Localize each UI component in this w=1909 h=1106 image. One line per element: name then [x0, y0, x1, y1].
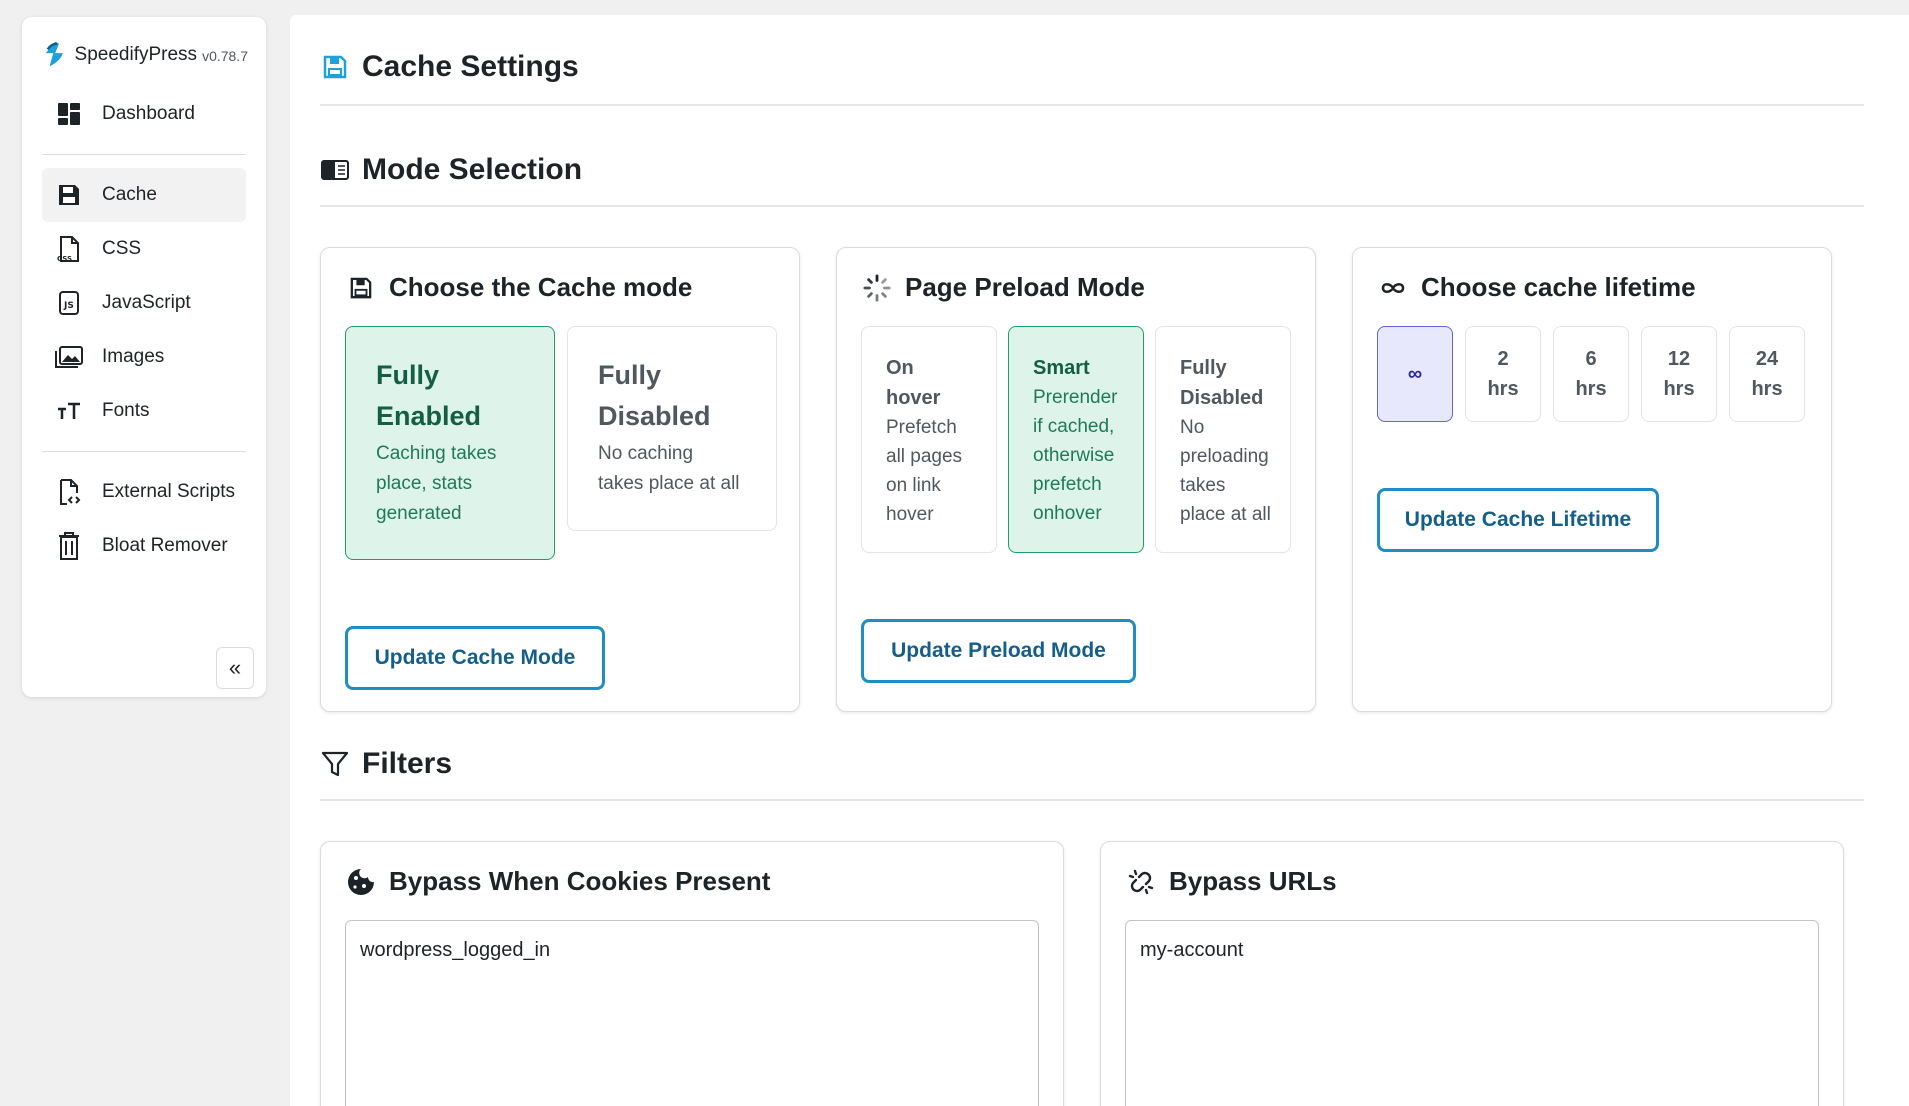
option-title: Fully Disabled	[1180, 357, 1264, 409]
card-title: Bypass When Cookies Present	[389, 866, 771, 896]
option-title: Fully Disabled	[598, 360, 711, 431]
double-chevron-left-icon: «	[228, 655, 242, 680]
card-header: Choose the Cache mode	[347, 272, 692, 303]
sidebar-item-cache[interactable]: Cache	[42, 168, 246, 222]
js-file-icon: JS	[54, 288, 84, 318]
sidebar-item-css[interactable]: CSS CSS	[42, 222, 246, 276]
brand: SpeedifyPress v0.78.7	[40, 35, 248, 75]
option-description: No caching takes place at all	[598, 443, 740, 494]
lifetime-option-2-hrs[interactable]: 2 hrs	[1465, 326, 1541, 422]
lifetime-option-24-hrs[interactable]: 24 hrs	[1729, 326, 1805, 422]
bypass-urls-textarea[interactable]: my-account	[1125, 920, 1819, 1106]
font-size-icon	[54, 396, 84, 426]
infinity-icon	[1379, 274, 1407, 302]
speedifypress-logo-icon	[45, 41, 63, 67]
update-cache-lifetime-button[interactable]: Update Cache Lifetime	[1377, 488, 1659, 552]
lifetime-option-6-hrs[interactable]: 6 hrs	[1553, 326, 1629, 422]
cache-mode-card: Choose the Cache mode Fully Enabled Cachi…	[320, 247, 800, 712]
card-title: Bypass URLs	[1169, 866, 1337, 896]
broken-link-icon	[1127, 868, 1155, 896]
cache-mode-option-fully-disabled[interactable]: Fully Disabled No caching takes place at a…	[567, 326, 777, 531]
preload-option-smart[interactable]: Smart Prerender if cached, otherwise prefet…	[1008, 326, 1144, 553]
page-title: Cache Settings	[362, 50, 579, 83]
book-icon	[320, 155, 350, 185]
bypass-cookies-card: Bypass When Cookies Present wordpress_lo…	[320, 841, 1064, 1106]
sidebar-item-label: Cache	[102, 184, 157, 205]
bypass-urls-card: Bypass URLs my-account	[1100, 841, 1844, 1106]
card-title: Choose the Cache mode	[389, 272, 693, 302]
update-cache-mode-button[interactable]: Update Cache Mode	[345, 626, 605, 690]
preload-option-fully-disabled[interactable]: Fully Disabled No preloading takes place at …	[1155, 326, 1291, 553]
bypass-cookies-textarea[interactable]: wordpress_logged_in	[345, 920, 1039, 1106]
divider	[42, 154, 246, 155]
card-header: Page Preload Mode	[863, 272, 1145, 303]
cache-lifetime-card: Choose cache lifetime ∞ 2 hrs 6 hrs 12 hrs …	[1352, 247, 1832, 712]
lifetime-option-infinite[interactable]: ∞	[1377, 326, 1453, 422]
sidebar-item-fonts[interactable]: Fonts	[42, 384, 246, 438]
card-header: Bypass When Cookies Present	[347, 866, 770, 897]
sidebar-item-bloat-remover[interactable]: Bloat Remover	[42, 519, 246, 573]
sidebar: SpeedifyPress v0.78.7 Dashboard Cache CS…	[22, 17, 266, 697]
collapse-sidebar-button[interactable]: «	[216, 647, 254, 689]
sidebar-item-label: External Scripts	[102, 481, 236, 502]
css-file-icon: CSS	[54, 234, 84, 264]
preload-mode-card: Page Preload Mode On hover Prefetch all pa…	[836, 247, 1316, 712]
sidebar-item-label: JavaScript	[102, 292, 191, 313]
card-header: Choose cache lifetime	[1379, 272, 1696, 303]
card-title: Page Preload Mode	[905, 272, 1145, 302]
sidebar-item-label: Fonts	[102, 400, 150, 421]
option-description: Caching takes place, stats generated	[376, 443, 497, 524]
option-description: Prefetch all pages on link hover	[886, 417, 963, 525]
mode-selection-header: Mode Selection	[320, 153, 1864, 207]
option-title: Smart	[1033, 357, 1090, 379]
option-description: No preloading takes place at all	[1180, 417, 1271, 525]
sidebar-item-external-scripts[interactable]: External Scripts	[42, 465, 246, 519]
svg-text:CSS: CSS	[57, 255, 72, 263]
sidebar-item-label: Bloat Remover	[102, 535, 228, 556]
sidebar-item-label: Images	[102, 346, 165, 367]
cookie-icon	[347, 868, 375, 896]
svg-text:JS: JS	[63, 301, 74, 311]
divider	[42, 451, 246, 452]
filter-icon	[320, 749, 350, 779]
main-content: Cache Settings Mode Selection Choose the…	[290, 15, 1909, 1106]
sidebar-item-label: Dashboard	[102, 103, 195, 124]
card-header: Bypass URLs	[1127, 866, 1337, 897]
sidebar-item-images[interactable]: Images	[42, 330, 246, 384]
cache-mode-option-fully-enabled[interactable]: Fully Enabled Caching takes place, stats ge…	[345, 326, 555, 560]
external-file-icon	[54, 477, 84, 507]
option-title: Fully Enabled	[376, 360, 482, 431]
trash-icon	[54, 531, 84, 561]
option-title: On hover	[886, 357, 941, 409]
update-preload-mode-button[interactable]: Update Preload Mode	[861, 619, 1136, 683]
app-name: SpeedifyPress	[74, 44, 198, 65]
filters-header: Filters	[320, 747, 1864, 801]
dashboard-icon	[54, 99, 84, 129]
section-title: Mode Selection	[362, 153, 583, 186]
sidebar-item-dashboard[interactable]: Dashboard	[42, 87, 246, 141]
app-version: v0.78.7	[202, 48, 248, 64]
lifetime-option-12-hrs[interactable]: 12 hrs	[1641, 326, 1717, 422]
floppy-disk-icon	[347, 274, 375, 302]
floppy-disk-icon	[320, 52, 350, 82]
card-title: Choose cache lifetime	[1421, 272, 1696, 302]
section-title: Filters	[362, 747, 453, 780]
page-header: Cache Settings	[320, 50, 1864, 106]
images-icon	[54, 342, 84, 372]
sidebar-item-label: CSS	[102, 238, 142, 259]
preload-option-on-hover[interactable]: On hover Prefetch all pages on link hover	[861, 326, 997, 553]
option-description: Prerender if cached, otherwise prefetch onho…	[1033, 387, 1118, 524]
spinner-icon	[863, 273, 891, 302]
sidebar-item-javascript[interactable]: JS JavaScript	[42, 276, 246, 330]
floppy-disk-icon	[54, 180, 84, 210]
